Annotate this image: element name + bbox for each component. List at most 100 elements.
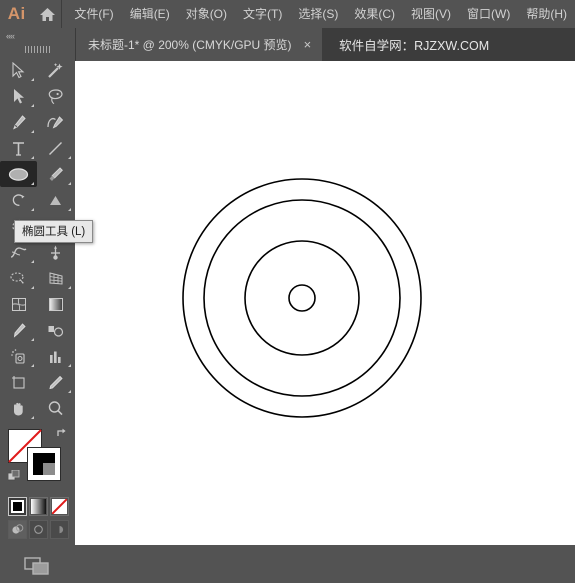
magic-wand-tool[interactable] <box>37 57 74 83</box>
blend-tool[interactable] <box>37 317 74 343</box>
width-icon <box>10 246 27 258</box>
eyedropper-tool[interactable] <box>0 317 37 343</box>
shaper-icon <box>12 193 25 206</box>
lasso-tool[interactable] <box>37 83 74 109</box>
symbol-sprayer-icon <box>10 348 25 364</box>
draw-inside-button[interactable] <box>50 520 69 539</box>
menu-bar: Ai 文件(F) 编辑(E) 对象(O) 文字(T) 选择(S) 效果(C) 视… <box>0 0 575 28</box>
zoom-tool[interactable] <box>37 395 74 421</box>
paintbrush-icon <box>49 166 63 181</box>
paint-mode-row <box>0 497 75 516</box>
home-icon[interactable] <box>34 0 62 28</box>
screen-mode-icon <box>23 557 49 575</box>
mesh-icon <box>11 297 26 311</box>
line-segment-icon <box>49 141 62 155</box>
document-canvas[interactable] <box>75 61 575 545</box>
magic-wand-icon <box>48 62 63 78</box>
menu-edit[interactable]: 编辑(E) <box>122 0 178 28</box>
draw-normal-button[interactable] <box>8 520 27 539</box>
tools-panel: «« 椭圆工具 (L) <box>0 28 94 575</box>
close-icon[interactable]: × <box>302 38 314 51</box>
eraser-icon <box>50 195 61 205</box>
perspective-grid-icon <box>49 271 62 285</box>
pen-tool[interactable] <box>0 109 37 135</box>
mesh-tool[interactable] <box>0 291 37 317</box>
flyout-indicator-icon <box>31 416 34 419</box>
menu-help[interactable]: 帮助(H) <box>518 0 575 28</box>
ellipse-tool[interactable] <box>0 161 37 187</box>
flyout-indicator-icon <box>31 208 34 211</box>
menu-effect[interactable]: 效果(C) <box>346 0 403 28</box>
watermark-text: 软件自学网：RJZXW.COM <box>339 39 490 53</box>
flyout-indicator-icon <box>31 364 34 367</box>
gradient-mode-button[interactable] <box>29 497 48 516</box>
none-mode-button[interactable] <box>50 497 69 516</box>
panel-drag-handle[interactable] <box>0 43 75 56</box>
menu-file[interactable]: 文件(F) <box>66 0 121 28</box>
hand-tool[interactable] <box>0 395 37 421</box>
column-graph-tool[interactable] <box>37 343 74 369</box>
type-tool[interactable] <box>0 135 37 161</box>
blend-icon <box>48 325 64 337</box>
flyout-indicator-icon <box>68 208 71 211</box>
change-screen-mode-button[interactable] <box>0 549 75 583</box>
curvature-tool[interactable] <box>37 109 74 135</box>
color-mode-button[interactable] <box>8 497 27 516</box>
selection-arrow-icon <box>12 61 25 78</box>
ai-logo: Ai <box>7 4 26 23</box>
flyout-indicator-icon <box>31 156 34 159</box>
draw-behind-button[interactable] <box>29 520 48 539</box>
selection-tool[interactable] <box>0 57 37 83</box>
circle-center <box>288 284 316 312</box>
fill-stroke-controls <box>0 425 75 493</box>
menu-item-list: 文件(F) 编辑(E) 对象(O) 文字(T) 选择(S) 效果(C) 视图(V… <box>66 0 575 28</box>
eyedropper-icon <box>13 322 26 338</box>
stroke-color-block <box>33 453 55 475</box>
document-tab-label: 未标题-1* @ 200% (CMYK/GPU 预览) <box>88 38 292 52</box>
shaper-tool[interactable] <box>0 187 37 213</box>
flyout-indicator-icon <box>31 286 34 289</box>
symbol-sprayer-tool[interactable] <box>0 343 37 369</box>
menu-window[interactable]: 窗口(W) <box>459 0 518 28</box>
circle-third <box>244 240 360 356</box>
eraser-tool[interactable] <box>37 187 74 213</box>
document-tab-bar: 未标题-1* @ 200% (CMYK/GPU 预览) × 软件自学网：RJZX… <box>75 28 575 61</box>
flyout-indicator-icon <box>31 130 34 133</box>
flyout-indicator-icon <box>68 390 71 393</box>
bar-graph-icon <box>49 351 61 363</box>
flyout-indicator-icon <box>31 78 34 81</box>
swap-fill-stroke-icon[interactable] <box>56 427 69 445</box>
flyout-indicator-icon <box>31 104 34 107</box>
menu-view[interactable]: 视图(V) <box>403 0 459 28</box>
gradient-icon <box>48 297 63 311</box>
hand-icon <box>14 402 23 415</box>
stroke-swatch[interactable] <box>27 447 61 481</box>
paintbrush-tool[interactable] <box>37 161 74 187</box>
default-fill-stroke-icon[interactable] <box>7 469 20 487</box>
menu-divider <box>61 0 63 28</box>
shape-builder-icon <box>10 271 24 284</box>
flyout-indicator-icon <box>31 260 34 263</box>
grip-dots-icon <box>24 46 51 53</box>
collapse-panel-button[interactable]: «« <box>0 28 75 43</box>
free-transform-icon <box>51 245 60 260</box>
illustrator-window: Ai 文件(F) 编辑(E) 对象(O) 文字(T) 选择(S) 效果(C) 视… <box>0 0 575 575</box>
draw-behind-icon <box>34 525 43 534</box>
line-segment-tool[interactable] <box>37 135 74 161</box>
none-swatch-icon <box>52 499 67 514</box>
menu-type[interactable]: 文字(T) <box>235 0 290 28</box>
document-tab[interactable]: 未标题-1* @ 200% (CMYK/GPU 预览) × <box>75 28 323 61</box>
magnifier-icon <box>48 400 63 415</box>
artboard-tool[interactable] <box>0 369 37 395</box>
shape-builder-tool[interactable] <box>0 265 37 291</box>
perspective-grid-tool[interactable] <box>37 265 74 291</box>
direct-selection-tool[interactable] <box>0 83 37 109</box>
flyout-indicator-icon <box>68 156 71 159</box>
menu-select[interactable]: 选择(S) <box>290 0 346 28</box>
gradient-tool[interactable] <box>37 291 74 317</box>
gradient-swatch-icon <box>31 499 46 514</box>
draw-inside-icon <box>59 526 64 534</box>
slice-tool[interactable] <box>37 369 74 395</box>
menu-object[interactable]: 对象(O) <box>178 0 235 28</box>
flyout-indicator-icon <box>68 182 71 185</box>
